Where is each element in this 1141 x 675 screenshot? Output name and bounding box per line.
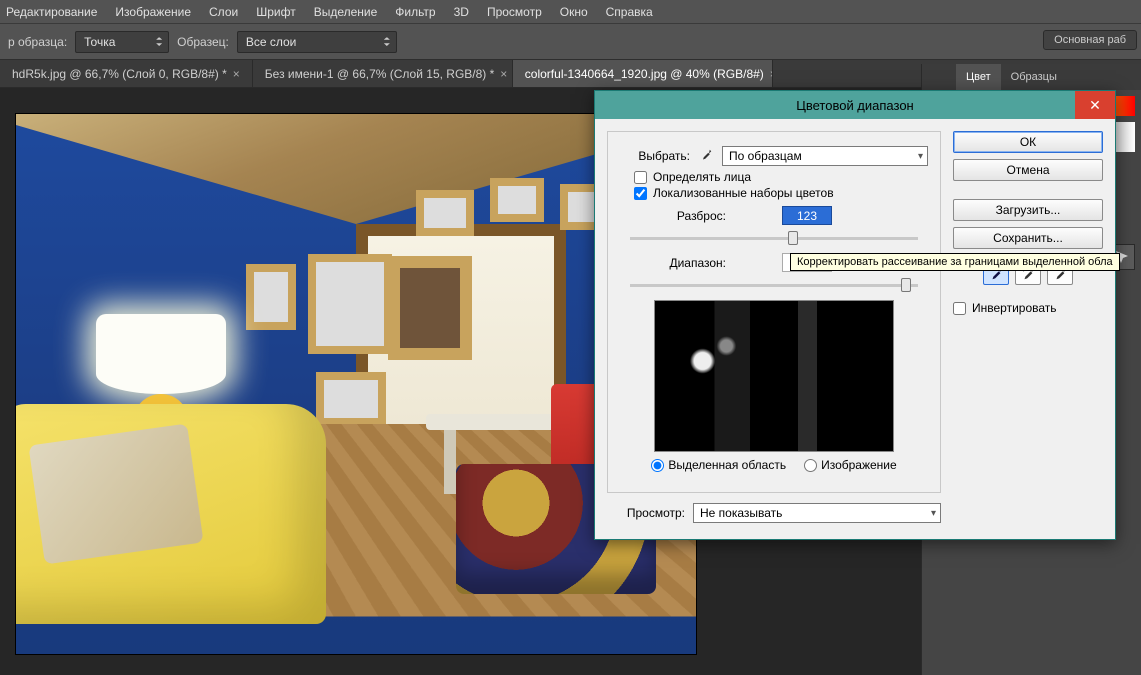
menu-image[interactable]: Изображение (115, 5, 191, 19)
dialog-titlebar[interactable]: Цветовой диапазон ✕ (595, 91, 1115, 119)
invert-label: Инвертировать (972, 301, 1057, 315)
workspace-button[interactable]: Основная раб (1043, 30, 1137, 50)
menu-layers[interactable]: Слои (209, 5, 238, 19)
panel-tabs: Цвет Образцы (922, 64, 1141, 90)
cancel-button[interactable]: Отмена (953, 159, 1103, 181)
menu-window[interactable]: Окно (560, 5, 588, 19)
document-tab[interactable]: colorful-1340664_1920.jpg @ 40% (RGB/8#)… (513, 60, 773, 87)
fuzziness-slider[interactable] (630, 229, 918, 247)
save-button[interactable]: Сохранить... (953, 227, 1103, 249)
sample-size-label: р образца: (8, 35, 67, 49)
preview-label: Просмотр: (607, 506, 685, 520)
detect-faces-checkbox[interactable] (634, 171, 647, 184)
tab-color[interactable]: Цвет (956, 64, 1001, 90)
radio-selection[interactable]: Выделенная область (651, 458, 786, 472)
tab-label: colorful-1340664_1920.jpg @ 40% (RGB/8#) (525, 67, 764, 81)
selection-preview (654, 300, 894, 452)
radio-image[interactable]: Изображение (804, 458, 897, 472)
localized-label: Локализованные наборы цветов (653, 186, 834, 200)
select-label: Выбрать: (620, 149, 690, 163)
sample-size-dropdown[interactable]: Точка (75, 31, 169, 53)
detect-faces-label: Определять лица (653, 170, 751, 184)
document-tab[interactable]: Без имени-1 @ 66,7% (Слой 15, RGB/8) * × (253, 60, 513, 87)
eyedropper-icon (698, 149, 714, 164)
tab-label: Без имени-1 @ 66,7% (Слой 15, RGB/8) * (265, 67, 495, 81)
sample-from-label: Образец: (177, 35, 229, 49)
invert-checkbox[interactable] (953, 302, 966, 315)
close-icon[interactable]: × (233, 67, 240, 81)
radio-image-label: Изображение (821, 458, 897, 472)
close-icon: ✕ (1089, 97, 1101, 114)
menu-bar: Редактирование Изображение Слои Шрифт Вы… (0, 0, 1141, 24)
menu-help[interactable]: Справка (606, 5, 653, 19)
menu-edit[interactable]: Редактирование (6, 5, 97, 19)
tab-swatches[interactable]: Образцы (1001, 64, 1067, 90)
menu-filter[interactable]: Фильтр (395, 5, 435, 19)
preview-dropdown[interactable]: Не показывать (693, 503, 941, 523)
tooltip: Корректировать рассеивание за границами … (790, 253, 1120, 271)
options-bar: р образца: Точка Образец: Все слои Основ… (0, 24, 1141, 60)
localized-checkbox[interactable] (634, 187, 647, 200)
fuzziness-label: Разброс: (620, 209, 726, 223)
select-dropdown[interactable]: По образцам (722, 146, 928, 166)
close-icon[interactable]: × (770, 67, 773, 81)
range-slider[interactable] (630, 276, 918, 294)
ok-button[interactable]: ОК (953, 131, 1103, 153)
dialog-title: Цветовой диапазон (796, 98, 914, 113)
tab-label: hdR5k.jpg @ 66,7% (Слой 0, RGB/8#) * (12, 67, 227, 81)
menu-3d[interactable]: 3D (454, 5, 469, 19)
sample-from-dropdown[interactable]: Все слои (237, 31, 397, 53)
menu-type[interactable]: Шрифт (256, 5, 295, 19)
menu-select[interactable]: Выделение (314, 5, 378, 19)
menu-view[interactable]: Просмотр (487, 5, 542, 19)
close-icon[interactable]: × (500, 67, 507, 81)
fuzziness-input[interactable]: 123 (782, 206, 832, 225)
document-tab[interactable]: hdR5k.jpg @ 66,7% (Слой 0, RGB/8#) * × (0, 60, 253, 87)
load-button[interactable]: Загрузить... (953, 199, 1103, 221)
color-range-dialog: Цветовой диапазон ✕ Выбрать: По образцам… (594, 90, 1116, 540)
radio-selection-label: Выделенная область (668, 458, 786, 472)
close-button[interactable]: ✕ (1075, 91, 1115, 119)
range-label: Диапазон: (620, 256, 726, 270)
